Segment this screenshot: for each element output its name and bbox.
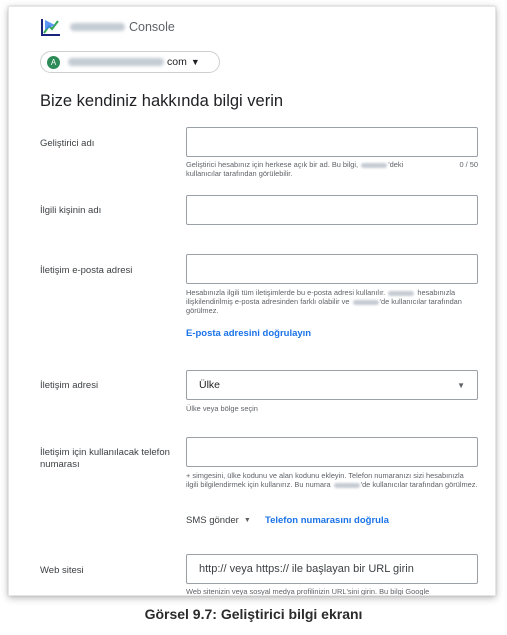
verify-email-link[interactable]: E-posta adresini doğrulayın <box>186 328 311 339</box>
blurred-store-name <box>333 482 360 488</box>
developer-name-help: Geliştirici hesabınız için herkese açık … <box>186 160 479 179</box>
avatar: A <box>47 55 60 69</box>
console-label: Console <box>129 20 175 34</box>
blurred-store-name <box>352 299 379 305</box>
website-placeholder: http:// veya https:// ile başlayan bir U… <box>199 563 414 575</box>
blurred-account-email <box>68 58 164 66</box>
developer-name-input[interactable] <box>186 127 478 157</box>
sms-dropdown[interactable]: SMS gönder ▼ <box>186 515 251 526</box>
blurred-brand-inline <box>388 290 415 296</box>
dropdown-arrow-icon: ▼ <box>457 380 465 390</box>
website-help: Web sitenizin veya sosyal medya profilin… <box>186 587 430 596</box>
blurred-store-name <box>361 162 388 168</box>
contact-name-label: İlgili kişinin adı <box>40 205 102 216</box>
verify-phone-link[interactable]: Telefon numarasını doğrula <box>265 515 389 526</box>
website-label: Web sitesi <box>40 565 84 576</box>
contact-email-label: İletişim e-posta adresi <box>40 265 133 276</box>
contact-email-help: Hesabınızla ilgili tüm iletişimlerde bu … <box>186 288 462 316</box>
account-switcher[interactable]: A com ▼ <box>40 51 220 73</box>
account-suffix: com <box>167 56 187 68</box>
chevron-down-icon: ▼ <box>243 517 251 524</box>
contact-name-input[interactable] <box>186 195 478 225</box>
chevron-down-icon: ▼ <box>190 57 200 67</box>
website-input[interactable]: http:// veya https:// ile başlayan bir U… <box>186 554 478 584</box>
country-help: Ülke veya bölge seçin <box>186 404 258 413</box>
figure-caption: Görsel 9.7: Geliştirici bilgi ekranı <box>144 606 363 622</box>
contact-email-input[interactable] <box>186 254 478 284</box>
play-console-logo-icon <box>40 17 62 42</box>
char-counter: 0 / 50 <box>459 160 479 169</box>
contact-address-label: İletişim adresi <box>40 380 99 391</box>
country-select-value: Ülke <box>199 379 221 391</box>
contact-phone-help: + simgesini, ülke kodunu ve alan kodunu … <box>186 471 478 490</box>
developer-name-label: Geliştirici adı <box>40 138 95 149</box>
brand: Console <box>70 20 175 34</box>
sms-label: SMS gönder <box>186 515 239 526</box>
contact-phone-label: İletişim için kullanılacak telefon numar… <box>40 447 170 470</box>
screenshot-frame: Console A com ▼ Bize kendiniz hakkında b… <box>8 6 496 596</box>
page-title: Bize kendiniz hakkında bilgi verin <box>40 92 284 110</box>
contact-phone-input[interactable] <box>186 437 478 467</box>
country-select[interactable]: Ülke ▼ <box>186 370 478 400</box>
blurred-brand-name <box>70 23 125 31</box>
